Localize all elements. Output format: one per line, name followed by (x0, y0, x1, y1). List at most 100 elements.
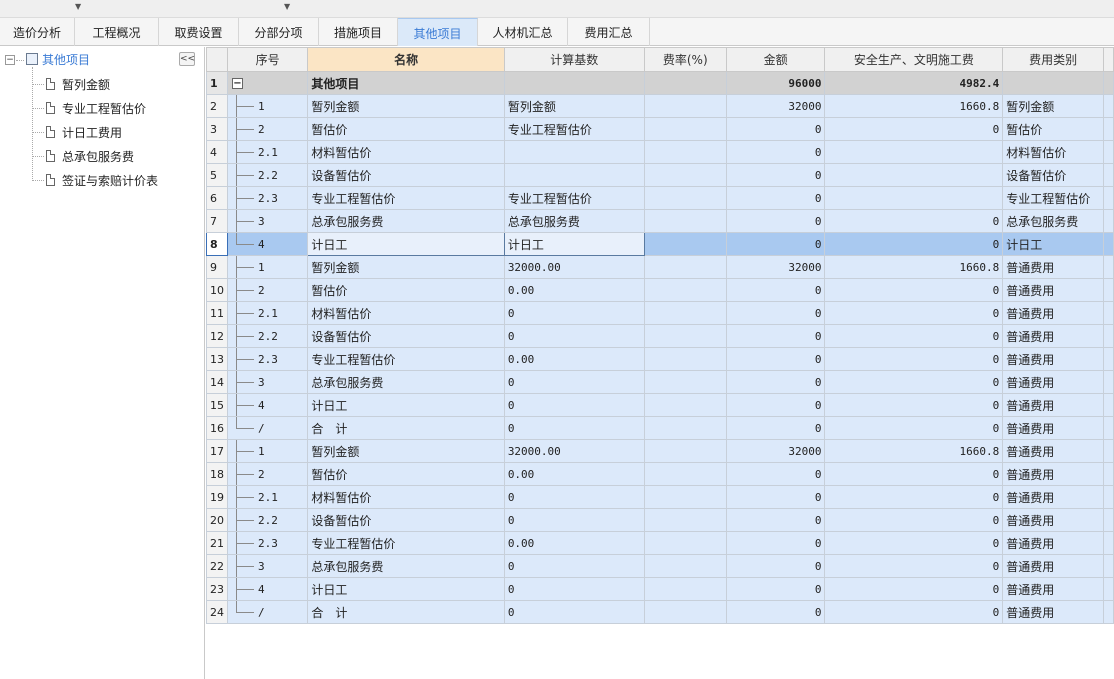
tree-root-other-items[interactable]: 其他项目 (42, 49, 90, 71)
table-row-group-header[interactable]: 1 − 其他项目 96000 4982.4 (206, 71, 1114, 95)
safety-fee-cell[interactable]: 0 (824, 416, 1004, 440)
amount-cell[interactable]: 0 (725, 278, 826, 302)
seq-cell[interactable]: 2 (226, 278, 309, 302)
tree-item-specialty-provisional[interactable]: 专业工程暂估价 (62, 98, 146, 120)
rate-cell[interactable] (643, 324, 727, 348)
name-cell[interactable]: 合 计 (307, 600, 505, 624)
base-cell[interactable]: 32000.00 (503, 255, 645, 279)
safety-fee-cell[interactable]: 0 (824, 347, 1004, 371)
category-cell[interactable]: 普通费用 (1002, 531, 1105, 555)
name-cell[interactable]: 设备暂估价 (307, 163, 505, 187)
amount-cell[interactable]: 0 (725, 531, 826, 555)
tab-project-overview[interactable]: 工程概况 (75, 18, 159, 46)
category-cell[interactable]: 暂估价 (1002, 117, 1105, 141)
base-cell[interactable]: 0 (503, 577, 645, 601)
safety-fee-cell[interactable]: 0 (824, 508, 1004, 532)
category-cell[interactable]: 普通费用 (1002, 577, 1105, 601)
safety-fee-cell[interactable]: 1660.8 (824, 94, 1004, 118)
base-cell[interactable]: 0.00 (503, 462, 645, 486)
rate-cell[interactable] (643, 163, 727, 187)
category-cell[interactable]: 专业工程暂估价 (1002, 186, 1105, 210)
seq-cell[interactable]: 2.2 (226, 163, 309, 187)
row-number[interactable]: 21 (206, 531, 228, 555)
table-row[interactable]: 6 2.3 专业工程暂估价 专业工程暂估价 0 专业工程暂估价 (206, 186, 1114, 210)
base-cell[interactable]: 专业工程暂估价 (503, 117, 645, 141)
category-cell[interactable]: 普通费用 (1002, 439, 1105, 463)
row-number[interactable]: 9 (206, 255, 228, 279)
base-cell[interactable]: 0.00 (503, 531, 645, 555)
row-number[interactable]: 16 (206, 416, 228, 440)
amount-cell[interactable]: 0 (725, 577, 826, 601)
seq-cell[interactable]: 2.3 (226, 347, 309, 371)
row-number[interactable]: 12 (206, 324, 228, 348)
seq-cell[interactable]: 2 (226, 462, 309, 486)
amount-cell[interactable]: 0 (725, 347, 826, 371)
seq-cell[interactable]: 3 (226, 554, 309, 578)
rate-cell[interactable] (643, 186, 727, 210)
row-number[interactable]: 7 (206, 209, 228, 233)
rate-cell[interactable] (643, 255, 727, 279)
safety-fee-cell[interactable]: 1660.8 (824, 439, 1004, 463)
table-row[interactable]: 11 2.1 材料暂估价 0 0 0 普通费用 (206, 301, 1114, 325)
table-row[interactable]: 4 2.1 材料暂估价 0 材料暂估价 (206, 140, 1114, 164)
rate-cell[interactable] (643, 554, 727, 578)
seq-cell[interactable]: / (226, 600, 309, 624)
base-cell[interactable]: 0 (503, 393, 645, 417)
base-cell[interactable]: 0 (503, 554, 645, 578)
tab-measures[interactable]: 措施项目 (319, 18, 398, 46)
category-cell[interactable]: 普通费用 (1002, 278, 1105, 302)
category-cell[interactable] (1002, 71, 1105, 95)
amount-cell[interactable]: 0 (725, 186, 826, 210)
base-cell[interactable]: 0 (503, 485, 645, 509)
category-cell[interactable]: 设备暂估价 (1002, 163, 1105, 187)
table-row[interactable]: 18 2 暂估价 0.00 0 0 普通费用 (206, 462, 1114, 486)
base-cell[interactable]: 专业工程暂估价 (503, 186, 645, 210)
tab-fee-settings[interactable]: 取费设置 (159, 18, 239, 46)
amount-cell[interactable]: 96000 (725, 71, 826, 95)
category-cell[interactable]: 总承包服务费 (1002, 209, 1105, 233)
amount-cell[interactable]: 0 (725, 324, 826, 348)
tab-sub-items[interactable]: 分部分项 (239, 18, 319, 46)
column-header-base[interactable]: 计算基数 (503, 47, 645, 72)
rate-cell[interactable] (643, 370, 727, 394)
base-cell[interactable] (503, 163, 645, 187)
category-cell[interactable]: 普通费用 (1002, 485, 1105, 509)
row-number[interactable]: 8 (206, 232, 228, 256)
dropdown-caret-icon[interactable]: ▼ (75, 2, 81, 11)
name-cell[interactable]: 设备暂估价 (307, 324, 505, 348)
amount-cell[interactable]: 32000 (725, 439, 826, 463)
base-cell[interactable]: 计日工 (503, 232, 645, 256)
name-cell[interactable]: 暂列金额 (307, 255, 505, 279)
rate-cell[interactable] (643, 117, 727, 141)
name-cell[interactable]: 计日工 (307, 577, 505, 601)
amount-cell[interactable]: 0 (725, 370, 826, 394)
row-number[interactable]: 13 (206, 347, 228, 371)
safety-fee-cell[interactable]: 0 (824, 301, 1004, 325)
row-number[interactable]: 11 (206, 301, 228, 325)
amount-cell[interactable]: 0 (725, 600, 826, 624)
safety-fee-cell[interactable]: 0 (824, 232, 1004, 256)
seq-cell[interactable]: 2.2 (226, 508, 309, 532)
table-row[interactable]: 8 4 计日工 计日工 0 0 计日工 (206, 232, 1114, 256)
amount-cell[interactable]: 0 (725, 209, 826, 233)
safety-fee-cell[interactable]: 0 (824, 370, 1004, 394)
amount-cell[interactable]: 0 (725, 117, 826, 141)
safety-fee-cell[interactable]: 0 (824, 531, 1004, 555)
safety-fee-cell[interactable]: 0 (824, 600, 1004, 624)
category-cell[interactable]: 普通费用 (1002, 600, 1105, 624)
base-cell[interactable]: 总承包服务费 (503, 209, 645, 233)
seq-cell[interactable]: 2.1 (226, 485, 309, 509)
base-cell[interactable] (503, 140, 645, 164)
column-header-name[interactable]: 名称 (307, 47, 505, 72)
rate-cell[interactable] (643, 301, 727, 325)
safety-fee-cell[interactable]: 0 (824, 554, 1004, 578)
seq-cell[interactable]: 1 (226, 439, 309, 463)
name-cell[interactable]: 设备暂估价 (307, 508, 505, 532)
rate-cell[interactable] (643, 347, 727, 371)
amount-cell[interactable]: 0 (725, 301, 826, 325)
seq-cell[interactable]: 1 (226, 255, 309, 279)
tab-fee-summary[interactable]: 费用汇总 (568, 18, 650, 46)
safety-fee-cell[interactable]: 0 (824, 324, 1004, 348)
seq-cell[interactable]: 1 (226, 94, 309, 118)
tree-item-general-contracting[interactable]: 总承包服务费 (62, 146, 134, 168)
